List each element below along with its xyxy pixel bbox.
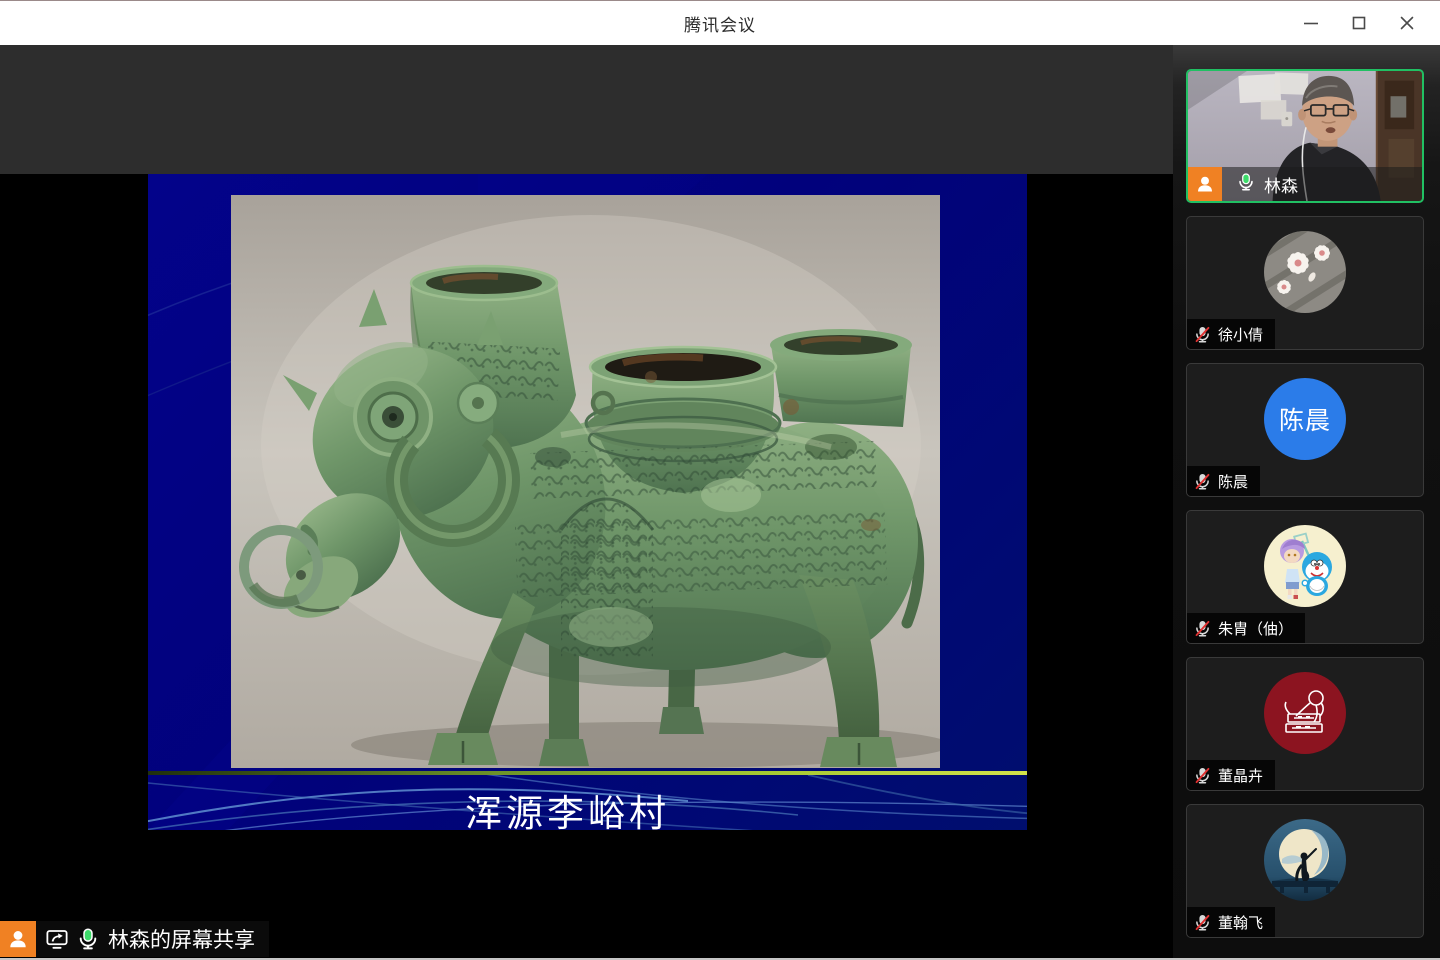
share-banner-label: 林森的屏幕共享 [108,924,255,954]
participant-tile-dongjinghui[interactable]: 董晶卉 [1186,657,1424,791]
mic-muted-icon [1194,620,1211,637]
participant-tile-donghanfei[interactable]: 董翰飞 [1186,804,1424,938]
close-button[interactable] [1390,8,1424,38]
titlebar: 腾讯会议 [0,1,1440,45]
participant-tile-zhuzhou[interactable]: 朱胄（伷） [1186,510,1424,644]
mic-muted-icon [1194,326,1211,343]
participant-tile-chenchen[interactable]: 陈晨 陈晨 [1186,363,1424,497]
participant-name-chip: 董翰飞 [1187,907,1275,937]
tencent-meeting-window: 腾讯会议 [0,0,1440,960]
avatar [1264,525,1346,607]
avatar: 陈晨 [1264,378,1346,460]
screen-share-banner: 林森的屏幕共享 [0,921,269,957]
window-controls [1294,8,1440,38]
participant-status-bar: 林森 [1188,167,1422,201]
participant-tile-linsen[interactable]: 林森 [1186,69,1424,203]
bronze-ox-photo [231,195,940,768]
mic-muted-icon [1194,914,1211,931]
participant-name-chip: 董晶卉 [1187,760,1275,790]
avatar [1264,819,1346,901]
participant-name: 陈晨 [1218,471,1248,492]
participant-name: 朱胄（伷） [1218,618,1293,639]
participant-name-chip: 徐小倩 [1187,319,1275,349]
window-title: 腾讯会议 [0,11,1440,36]
participant-tile-xuxiaoqian[interactable]: 徐小倩 [1186,216,1424,350]
screen-share-icon [46,928,68,950]
presenter-badge-icon [1188,167,1222,201]
participants-sidebar: 林森 [1173,45,1440,958]
minimize-icon [1303,15,1319,31]
mic-active-icon [77,928,99,950]
shared-app-top-strip [0,45,1173,174]
shared-screen-area: 浑源李峪村 林森的屏幕共享 [0,45,1173,958]
close-icon [1399,15,1415,31]
maximize-icon [1351,15,1367,31]
avatar-initials: 陈晨 [1279,401,1331,437]
participant-name-chip: 陈晨 [1187,466,1260,496]
avatar [1264,231,1346,313]
mic-muted-icon [1194,473,1211,490]
maximize-button[interactable] [1342,8,1376,38]
participant-name: 董翰飞 [1218,912,1263,933]
presentation-slide: 浑源李峪村 [148,174,1027,830]
participant-name: 董晶卉 [1218,765,1263,786]
participant-name: 林森 [1264,172,1298,197]
mic-muted-icon [1194,767,1211,784]
avatar [1264,672,1346,754]
participant-name: 徐小倩 [1218,324,1263,345]
participant-name-chip: 朱胄（伷） [1187,613,1305,643]
minimize-button[interactable] [1294,8,1328,38]
mic-active-icon [1237,173,1255,191]
slide-caption: 浑源李峪村 [148,783,987,830]
presenter-badge-icon [0,921,36,957]
slide-caption-band: 浑源李峪村 [148,775,1027,830]
